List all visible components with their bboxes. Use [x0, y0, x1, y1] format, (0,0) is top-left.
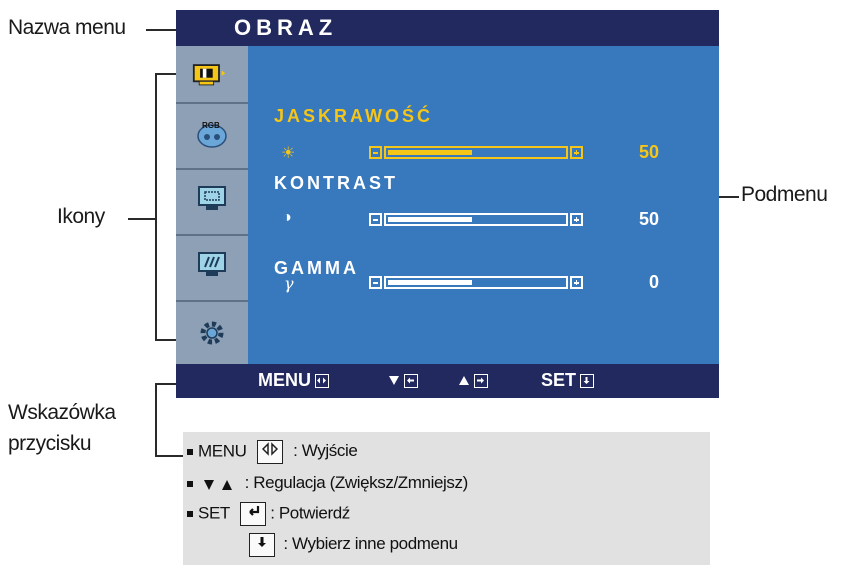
- increase-button[interactable]: [570, 213, 583, 226]
- legend-adjust-desc: : Regulacja (Zwiększ/Zmniejsz): [244, 473, 469, 492]
- gamma-value: 0: [648, 272, 659, 292]
- decrease-button[interactable]: [369, 146, 382, 159]
- slider-fill: [388, 280, 472, 285]
- rgb-icon-text: RGB: [202, 121, 220, 130]
- decrease-button[interactable]: [369, 276, 382, 289]
- legend-row-menu: MENU : Wyjście: [187, 440, 358, 464]
- callout-line-icons: [128, 218, 156, 220]
- legend-set-desc: : Potwierdź: [270, 503, 350, 523]
- submenu-label-contrast[interactable]: KONTRAST: [274, 173, 398, 194]
- slider-fill: [388, 150, 472, 155]
- increase-button[interactable]: [570, 146, 583, 159]
- slider-fill: [388, 217, 472, 222]
- contrast-icon: ◑: [282, 209, 292, 226]
- icons-bracket-vertical: [155, 73, 157, 341]
- osd-button-bar: MENU SET: [176, 364, 719, 398]
- screen-position-icon[interactable]: [194, 184, 230, 214]
- triangle-down-icon: [389, 376, 399, 385]
- legend-set-label: SET: [198, 503, 230, 523]
- arrow-down-icon: [580, 374, 595, 389]
- menu-key-label: MENU: [258, 370, 311, 390]
- tracking-icon[interactable]: [194, 250, 230, 280]
- submenu-label-brightness[interactable]: JASKRAWOŚĆ: [274, 106, 433, 127]
- callout-line-menu-name: [146, 29, 176, 31]
- sidebar-separator: [176, 168, 248, 170]
- osd-menu: OBRAZ RGB JASKRAWOŚĆ ☀ 50 KONTRAST ◑ 50 …: [176, 10, 719, 398]
- arrow-left-icon: [404, 374, 418, 389]
- contrast-value: 50: [638, 209, 659, 229]
- callout-submenu: Podmenu: [741, 183, 828, 206]
- callout-button-hint-2: przycisku: [8, 432, 92, 455]
- legend-select-desc: : Wybierz inne podmenu: [283, 534, 458, 554]
- sidebar-separator: [176, 102, 248, 104]
- osd-title: OBRAZ: [234, 15, 338, 40]
- callout-menu-name: Nazwa menu: [8, 16, 126, 39]
- submenu-row-gamma[interactable]: γ 0: [248, 272, 719, 294]
- osd-sidebar: RGB: [176, 46, 248, 364]
- gamma-slider[interactable]: [384, 276, 568, 289]
- submenu-row-contrast[interactable]: ◑ 50: [248, 209, 719, 231]
- submenu-row-brightness[interactable]: ☀ 50: [248, 142, 719, 164]
- setup-gear-icon[interactable]: [194, 318, 230, 348]
- osd-submenu-panel: JASKRAWOŚĆ ☀ 50 KONTRAST ◑ 50 GAMMA γ 0: [248, 46, 719, 364]
- arrow-down-icon: [249, 533, 275, 557]
- enter-icon: [239, 502, 266, 526]
- callout-icons: Ikony: [57, 205, 105, 228]
- legend-menu-desc: : Wyjście: [293, 441, 358, 461]
- picture-icon[interactable]: [192, 60, 228, 90]
- button-legend: MENU : Wyjście : Regulacja (Zwiększ/Zmni…: [183, 432, 710, 565]
- callout-button-hint-1: Wskazówka: [8, 401, 116, 424]
- bullet-icon: [187, 511, 193, 517]
- arrow-right-icon: [474, 374, 488, 389]
- decrease-button[interactable]: [369, 213, 382, 226]
- set-key-label: SET: [541, 370, 577, 390]
- brightness-icon: ☀: [281, 145, 296, 162]
- sidebar-separator: [176, 300, 248, 302]
- up-key-hint[interactable]: [458, 370, 488, 391]
- hint-bracket-top: [155, 383, 177, 385]
- bullet-icon: [187, 449, 193, 455]
- bullet-icon: [187, 480, 193, 487]
- rgb-color-icon[interactable]: RGB: [194, 118, 230, 148]
- legend-row-set: SET : Potwierdź: [187, 502, 350, 526]
- set-key-hint[interactable]: SET: [541, 370, 595, 391]
- menu-key-hint[interactable]: MENU: [258, 370, 329, 391]
- sidebar-separator: [176, 234, 248, 236]
- osd-title-bar: OBRAZ: [176, 10, 719, 46]
- legend-menu-label: MENU: [198, 441, 247, 461]
- increase-button[interactable]: [570, 276, 583, 289]
- exit-arrows-icon: [315, 374, 329, 389]
- triangle-up-icon: [459, 376, 469, 385]
- brightness-slider[interactable]: [384, 146, 568, 159]
- brightness-value: 50: [638, 142, 659, 162]
- down-key-hint[interactable]: [388, 370, 418, 391]
- legend-row-adjust: : Regulacja (Zwiększ/Zmniejsz): [187, 473, 468, 493]
- exit-arrows-icon: [256, 440, 283, 464]
- down-up-arrows-icon: [204, 479, 233, 490]
- contrast-slider[interactable]: [384, 213, 568, 226]
- icons-bracket-bottom: [155, 339, 177, 341]
- icons-bracket-top: [155, 73, 177, 75]
- hint-bracket-vertical: [155, 383, 157, 457]
- gamma-icon: γ: [284, 274, 294, 293]
- legend-row-select: : Wybierz inne podmenu: [249, 533, 458, 557]
- hint-bracket-bottom: [155, 455, 183, 457]
